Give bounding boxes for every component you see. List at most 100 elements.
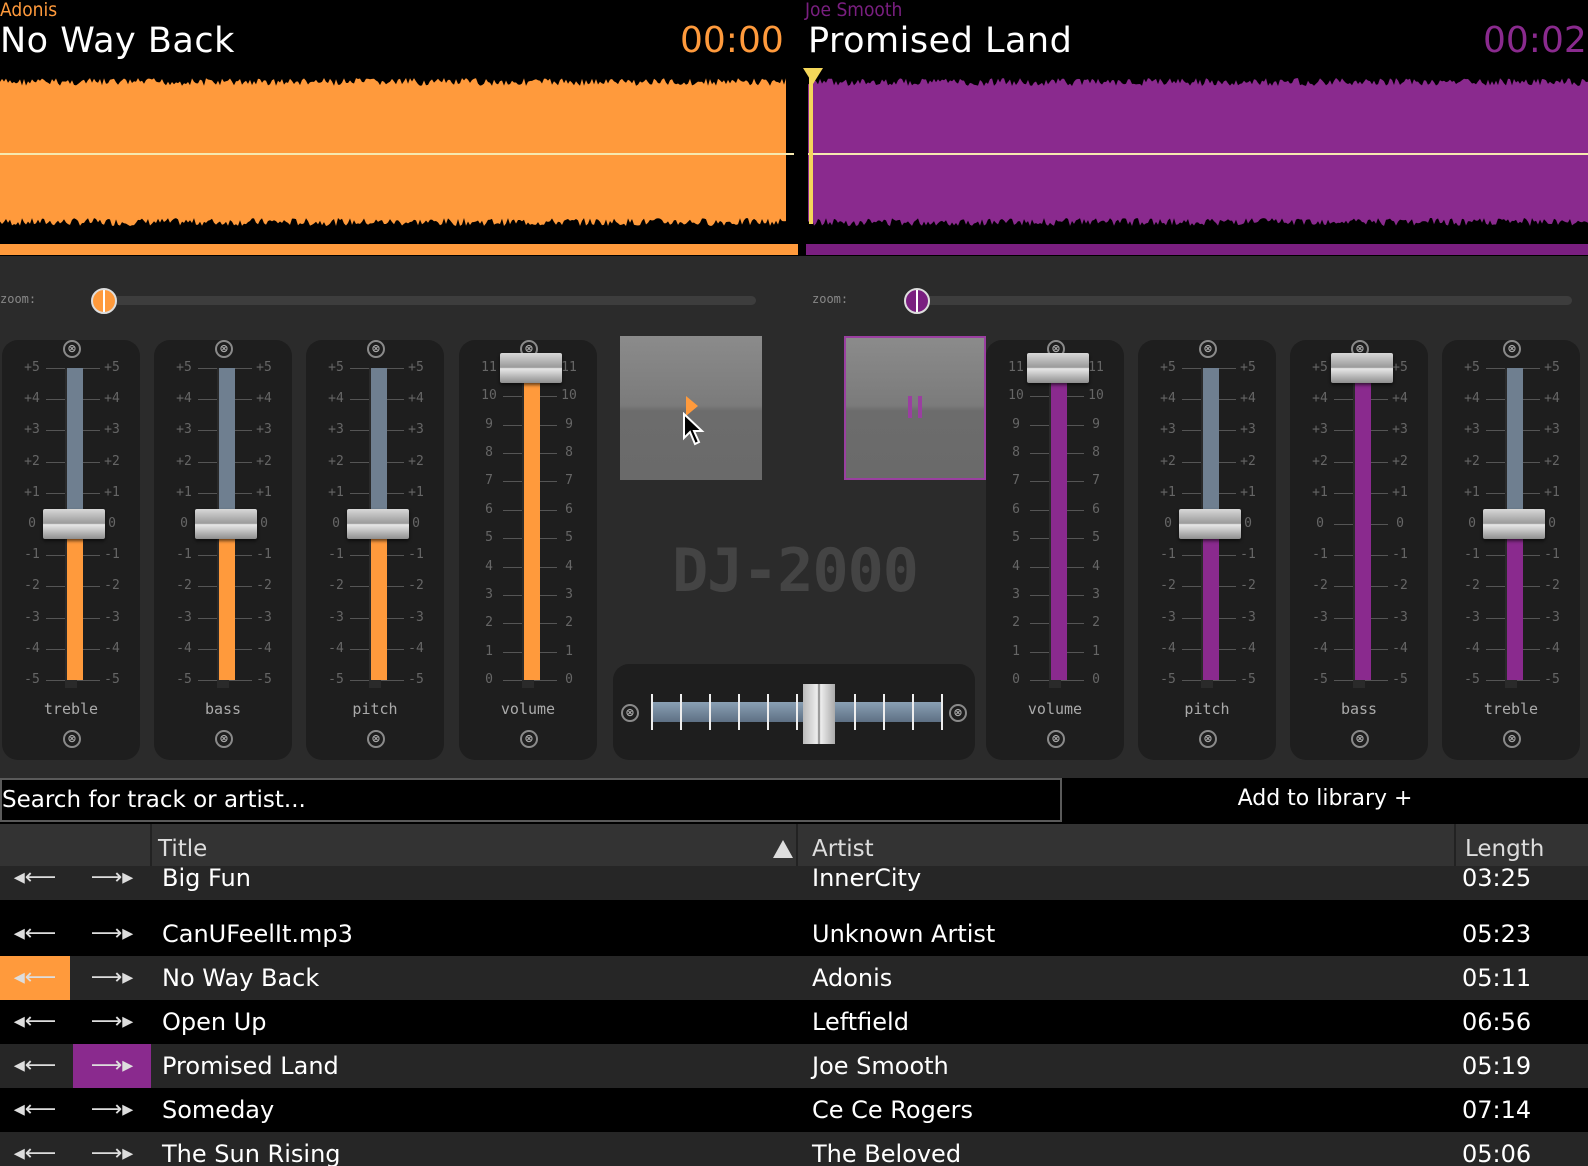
scale-label-left: 6 <box>1012 501 1020 517</box>
pitch-slider-knob[interactable] <box>347 509 409 539</box>
scale-label-left: +4 <box>328 391 344 407</box>
pitch-level-fill <box>371 524 387 680</box>
load-deck-a-icon[interactable]: ◂⟵ <box>0 956 70 1000</box>
treble-reset-icon[interactable]: ⊗ <box>1503 340 1521 358</box>
load-deck-b-icon[interactable]: ⟶▸ <box>73 912 151 956</box>
crossfader-reset-left-icon[interactable]: ⊗ <box>621 704 639 722</box>
scale-label-left: 0 <box>485 672 493 687</box>
bass-reset-icon[interactable]: ⊗ <box>215 340 233 358</box>
deck-b-bass-panel: ⊗ +5 +5 +4 +4 +3 +3 +2 +2 +1 +1 0 0 -1 -1 -2 -2 -3 -3 -4 -4-… <box>1290 340 1428 760</box>
scale-label-right: 5 <box>565 530 573 546</box>
scale-label-right: +5 <box>408 360 424 375</box>
load-deck-b-icon[interactable]: ⟶▸ <box>73 956 151 1000</box>
treble-reset-bottom-icon[interactable]: ⊗ <box>63 730 81 748</box>
bass-track-upper <box>219 368 235 524</box>
scale-label-right: -5 <box>1544 672 1560 687</box>
deck-a-zoom-knob[interactable] <box>91 288 117 314</box>
load-deck-a-icon[interactable]: ◂⟵ <box>0 866 70 900</box>
load-deck-a-icon[interactable]: ◂⟵ <box>0 1000 70 1044</box>
scale-label-right: +5 <box>256 360 272 375</box>
scale-label-left: 1 <box>1012 643 1020 659</box>
treble-reset-bottom-icon[interactable]: ⊗ <box>1503 730 1521 748</box>
load-deck-a-icon[interactable]: ◂⟵ <box>0 912 70 956</box>
treble-reset-icon[interactable]: ⊗ <box>63 340 81 358</box>
treble-slider-knob[interactable] <box>43 509 105 539</box>
scale-label-right: +1 <box>256 484 272 500</box>
pitch-reset-bottom-icon[interactable]: ⊗ <box>367 730 385 748</box>
deck-a-play-button[interactable] <box>620 336 762 480</box>
load-deck-b-icon[interactable]: ⟶▸ <box>73 1088 151 1132</box>
scale-label-left: +3 <box>1464 422 1480 438</box>
load-deck-b-icon[interactable]: ⟶▸ <box>73 866 151 900</box>
crossfader-tick <box>767 694 769 730</box>
table-row[interactable]: ◂⟵ ⟶▸ Open Up Leftfield 06:56 <box>0 1000 1588 1044</box>
load-deck-a-icon[interactable]: ◂⟵ <box>0 1132 70 1166</box>
deck-a-center-line <box>0 153 794 155</box>
add-to-library-button[interactable]: Add to library + <box>1062 778 1588 822</box>
scale-label-left: 9 <box>1012 416 1020 432</box>
deck-b-pause-button[interactable] <box>844 336 986 480</box>
table-row[interactable]: ◂⟵ ⟶▸ Promised Land Joe Smooth 05:19 <box>0 1044 1588 1088</box>
pause-icon-bar <box>918 396 922 418</box>
deck-b-zoom-knob[interactable] <box>904 288 930 314</box>
scale-label-left: 11 <box>481 360 497 375</box>
volume-reset-bottom-icon[interactable]: ⊗ <box>520 730 538 748</box>
deck-b-pitch-panel: ⊗ +5 +5 +4 +4 +3 +3 +2 +2 +1 +1 0 0 -1 -1 -2 -2 -3 -3 -4 -4-… <box>1138 340 1276 760</box>
treble-level-fill <box>1507 524 1523 680</box>
table-row[interactable]: ◂⟵ ⟶▸ Big Fun InnerCity 03:25 <box>0 866 1588 900</box>
table-row[interactable]: ◂⟵ ⟶▸ Someday Ce Ce Rogers 07:14 <box>0 1088 1588 1132</box>
bass-reset-bottom-icon[interactable]: ⊗ <box>215 730 233 748</box>
bass-slider-knob[interactable] <box>1331 353 1393 383</box>
crossfader-reset-right-icon[interactable]: ⊗ <box>949 704 967 722</box>
load-deck-b-icon[interactable]: ⟶▸ <box>73 1044 151 1088</box>
pitch-reset-icon[interactable]: ⊗ <box>367 340 385 358</box>
deck-b-zoom-slider[interactable] <box>916 296 1572 305</box>
scale-label-left: 0 <box>332 516 340 531</box>
scale-label-right: +4 <box>1240 391 1256 407</box>
scale-label-left: -5 <box>1464 672 1480 687</box>
deck-b-playhead-marker[interactable] <box>803 68 823 84</box>
load-deck-a-icon[interactable]: ◂⟵ <box>0 1088 70 1132</box>
table-row[interactable]: ◂⟵ ⟶▸ The Sun Rising The Beloved 05:06 <box>0 1132 1588 1166</box>
scale-label-left: -2 <box>176 578 192 594</box>
search-input[interactable]: Search for track or artist... <box>0 778 1062 822</box>
load-deck-b-icon[interactable]: ⟶▸ <box>73 1000 151 1044</box>
scale-label-right: +5 <box>104 360 120 375</box>
volume-slider-knob[interactable] <box>1027 353 1089 383</box>
deck-a-zoom-slider[interactable] <box>104 296 756 305</box>
treble-slider-knob[interactable] <box>1483 509 1545 539</box>
pause-icon <box>908 396 912 418</box>
deck-b-progress[interactable] <box>806 244 1588 255</box>
pitch-reset-bottom-icon[interactable]: ⊗ <box>1199 730 1217 748</box>
scale-label-left: -3 <box>328 609 344 625</box>
scale-label-right: 0 <box>1092 672 1100 687</box>
deck-b-playhead[interactable] <box>809 70 813 224</box>
bass-reset-bottom-icon[interactable]: ⊗ <box>1351 730 1369 748</box>
deck-a-progress[interactable] <box>0 244 798 255</box>
scale-label-right: 6 <box>1092 501 1100 517</box>
load-deck-a-icon[interactable]: ◂⟵ <box>0 1044 70 1088</box>
deck-b-waveform[interactable] <box>808 72 1588 232</box>
crossfader-knob[interactable] <box>803 684 836 744</box>
sort-ascending-icon[interactable] <box>773 840 793 858</box>
scale-label-left: -4 <box>24 640 40 656</box>
table-row[interactable]: ◂⟵ ⟶▸ CanUFeelIt.mp3 Unknown Artist 05:23 <box>0 912 1588 956</box>
bass-slider-knob[interactable] <box>195 509 257 539</box>
pitch-reset-icon[interactable]: ⊗ <box>1199 340 1217 358</box>
scale-label-left: 5 <box>1012 530 1020 546</box>
scale-label-right: -4 <box>1392 640 1408 656</box>
volume-reset-bottom-icon[interactable]: ⊗ <box>1047 730 1065 748</box>
table-row[interactable]: ◂⟵ ⟶▸ No Way Back Adonis 05:11 <box>0 956 1588 1000</box>
load-deck-b-icon[interactable]: ⟶▸ <box>73 1132 151 1166</box>
volume-slider-knob[interactable] <box>500 353 562 383</box>
scale-label-right: -5 <box>408 672 424 687</box>
volume-label: volume <box>1027 700 1083 718</box>
scale-label-right: +2 <box>408 453 424 469</box>
scale-label-right: +4 <box>408 391 424 407</box>
scale-label-right: -2 <box>408 578 424 594</box>
track-title: Big Fun <box>162 866 251 892</box>
deck-a-waveform[interactable] <box>0 72 786 232</box>
pitch-slider-knob[interactable] <box>1179 509 1241 539</box>
track-artist: The Beloved <box>812 1140 962 1166</box>
scale-label-left: 4 <box>1012 558 1020 574</box>
